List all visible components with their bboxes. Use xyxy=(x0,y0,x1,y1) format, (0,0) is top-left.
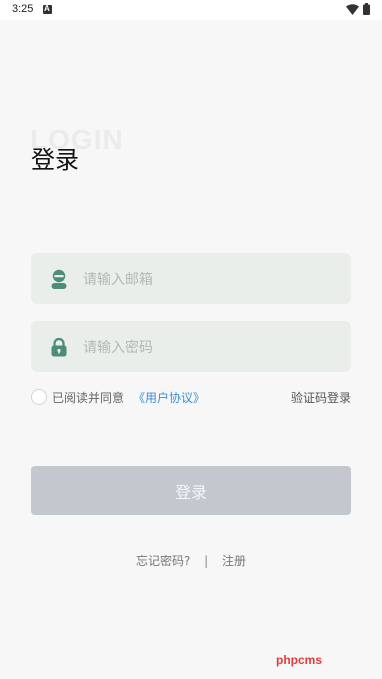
wifi-icon xyxy=(346,4,359,15)
battery-icon xyxy=(363,3,370,15)
register-link[interactable]: 注册 xyxy=(222,552,246,569)
notification-a-icon xyxy=(43,4,52,14)
sms-login-link[interactable]: 验证码登录 xyxy=(291,389,351,406)
agree-checkbox[interactable] xyxy=(31,389,47,405)
forgot-password-link[interactable]: 忘记密码? xyxy=(136,552,190,569)
lock-icon xyxy=(51,337,67,357)
password-input[interactable] xyxy=(81,321,340,374)
agreement-row: 已阅读并同意 《用户协议》 验证码登录 xyxy=(31,388,351,406)
user-agreement-link[interactable]: 《用户协议》 xyxy=(133,389,205,406)
login-button[interactable]: 登录 xyxy=(31,466,351,515)
status-time: 3:25 xyxy=(12,3,34,15)
user-icon xyxy=(51,269,67,289)
site-watermark: phpcms xyxy=(276,653,323,667)
status-bar: 3:25 xyxy=(0,0,382,20)
agree-text: 已阅读并同意 xyxy=(52,391,125,405)
email-input[interactable] xyxy=(81,253,340,306)
page-title: 登录 xyxy=(31,146,79,174)
password-input-box[interactable] xyxy=(31,321,351,374)
email-input-box[interactable] xyxy=(31,253,351,306)
bottom-links: 忘记密码? | 注册 xyxy=(0,552,382,569)
link-divider: | xyxy=(204,554,209,568)
